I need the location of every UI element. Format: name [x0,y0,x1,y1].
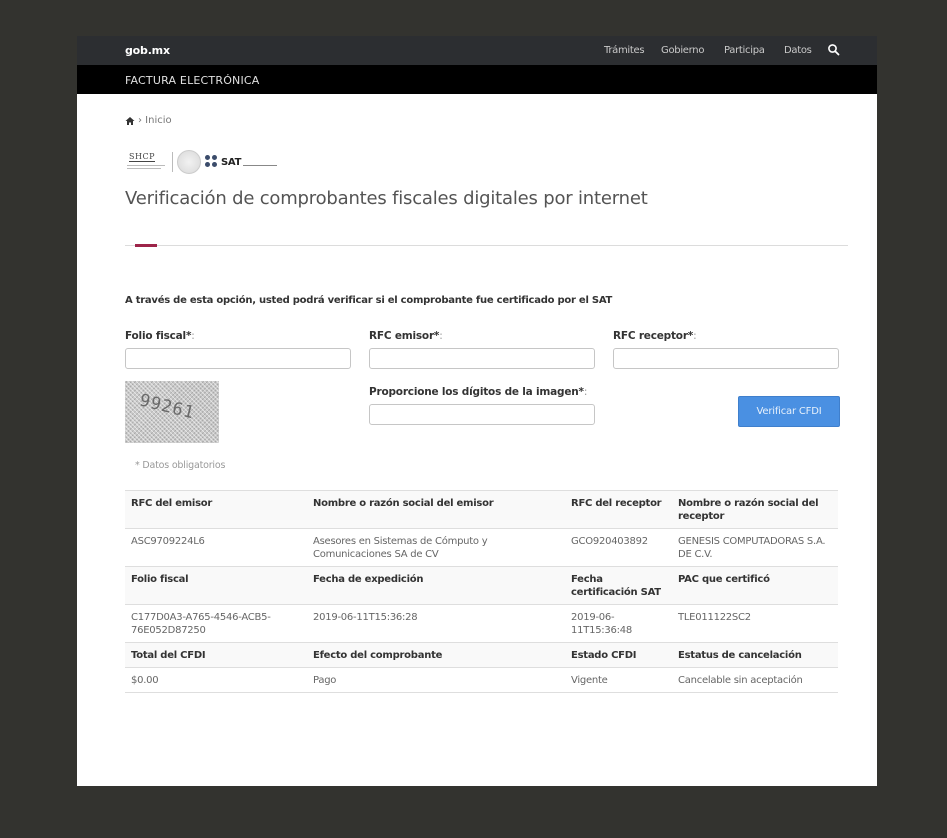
table-cell: 2019-06-11T15:36:28 [307,604,565,643]
government-logos: SHCP SAT [125,148,278,176]
table-header-cell: Fecha certificación SAT [565,566,672,605]
sat-logo: SAT [205,155,278,169]
table-cell: GCO920403892 [565,528,672,567]
required-fields-note: * Datos obligatorios [135,460,226,471]
table-header-cell: Fecha de expedición [307,566,565,605]
table-cell: TLE011122SC2 [672,604,838,643]
table-cell: Vigente [565,667,672,693]
table-cell: $0.00 [125,667,307,693]
table-header-cell: Estado CFDI [565,642,672,668]
table-row: C177D0A3-A765-4546-ACB5-76E052D87250 201… [125,604,838,643]
rfc-receptor-input[interactable] [613,348,839,369]
shcp-logo: SHCP [125,149,169,175]
search-icon[interactable] [827,43,841,57]
breadcrumb-inicio[interactable]: › Inicio [138,115,172,126]
table-header-cell: PAC que certificó [672,566,838,605]
table-header-row: RFC del emisor Nombre o razón social del… [125,490,838,529]
page-title: Verificación de comprobantes fiscales di… [125,188,648,209]
form-instructions: A través de esta opción, usted podrá ver… [125,295,613,306]
nav-participa[interactable]: Participa [724,45,765,56]
captcha-image: 99261 [125,381,219,443]
rfc-receptor-label: RFC receptor*: [613,330,697,342]
table-header-cell: Folio fiscal [125,566,307,605]
title-divider [125,245,848,246]
section-header-bar: FACTURA ELECTRÓNICA [77,65,877,94]
table-cell: ASC9709224L6 [125,528,307,567]
table-cell: Asesores en Sistemas de Cómputo y Comuni… [307,528,565,567]
results-table: RFC del emisor Nombre o razón social del… [125,490,838,693]
table-header-cell: Nombre o razón social del emisor [307,490,565,529]
table-header-cell: RFC del emisor [125,490,307,529]
table-cell: 2019-06-11T15:36:48 [565,604,672,643]
brand-logo[interactable]: gob.mx [125,44,170,57]
logo-divider [172,152,173,172]
table-header-row: Folio fiscal Fecha de expedición Fecha c… [125,566,838,605]
rfc-emisor-label: RFC emisor*: [369,330,443,342]
title-accent-bar [135,244,157,247]
folio-fiscal-label: Folio fiscal*: [125,330,195,342]
table-cell: GENESIS COMPUTADORAS S.A. DE C.V. [672,528,838,567]
nav-tramites[interactable]: Trámites [604,45,645,56]
home-icon[interactable] [125,116,135,126]
table-header-cell: Nombre o razón social del receptor [672,490,838,529]
table-header-cell: Efecto del comprobante [307,642,565,668]
rfc-emisor-input[interactable] [369,348,595,369]
nav-datos[interactable]: Datos [784,45,812,56]
table-header-cell: Total del CFDI [125,642,307,668]
captcha-label: Proporcione los dígitos de la imagen*: [369,386,588,398]
table-cell: Cancelable sin aceptación [672,667,838,693]
browser-viewport: gob.mx Trámites Gobierno Participa Datos… [77,36,877,786]
section-title[interactable]: FACTURA ELECTRÓNICA [125,74,260,87]
nav-gobierno[interactable]: Gobierno [661,45,704,56]
table-cell: C177D0A3-A765-4546-ACB5-76E052D87250 [125,604,307,643]
table-header-row: Total del CFDI Efecto del comprobante Es… [125,642,838,668]
table-header-cell: RFC del receptor [565,490,672,529]
table-row: $0.00 Pago Vigente Cancelable sin acepta… [125,667,838,693]
table-cell: Pago [307,667,565,693]
folio-fiscal-input[interactable] [125,348,351,369]
breadcrumb: › Inicio [125,115,172,126]
sat-dots-icon [205,155,219,169]
table-row: ASC9709224L6 Asesores en Sistemas de Cóm… [125,528,838,567]
national-seal-icon [177,150,201,174]
top-navigation-bar: gob.mx Trámites Gobierno Participa Datos [77,36,877,65]
verify-cfdi-button[interactable]: Verificar CFDI [738,396,840,427]
table-header-cell: Estatus de cancelación [672,642,838,668]
captcha-input[interactable] [369,404,595,425]
